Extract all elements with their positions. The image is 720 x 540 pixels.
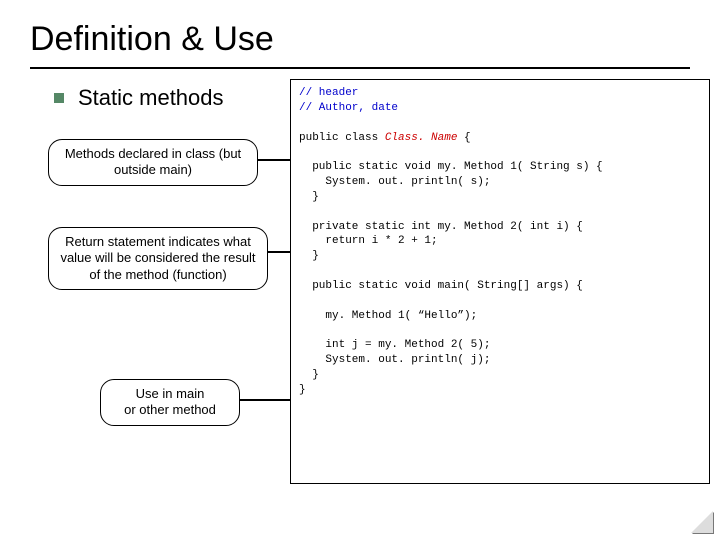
bullet-icon [54, 93, 64, 103]
code-line: System. out. println( j); [299, 354, 490, 366]
code-line: } [299, 384, 306, 396]
bullet-label: Static methods [78, 85, 224, 111]
title-underline [30, 67, 690, 69]
content-area: Static methods Methods declared in class… [30, 79, 690, 519]
code-line: int j = my. Method 2( 5); [299, 339, 490, 351]
code-line: private static int my. Method 2( int i) … [299, 221, 583, 233]
code-line: public static void main( String[] args) … [299, 280, 583, 292]
code-line: public static void my. Method 1( String … [299, 161, 603, 173]
page-corner-icon [692, 512, 714, 534]
code-box: // header // Author, date public class C… [290, 79, 710, 484]
bullet-item: Static methods [54, 85, 224, 111]
callout-return-statement: Return statement indicates what value wi… [48, 227, 268, 290]
code-line: System. out. println( s); [299, 176, 490, 188]
callout-methods-declared: Methods declared in class (but outside m… [48, 139, 258, 186]
code-comment: // Author, date [299, 102, 398, 114]
callout-use-in-main: Use in main or other method [100, 379, 240, 426]
page-title: Definition & Use [30, 20, 690, 59]
code-line: } [299, 250, 319, 262]
code-line: public class Class. Name { [299, 132, 471, 144]
code-line: return i * 2 + 1; [299, 235, 438, 247]
code-line: } [299, 191, 319, 203]
code-line: my. Method 1( “Hello”); [299, 310, 477, 322]
code-comment: // header [299, 87, 358, 99]
code-line: } [299, 369, 319, 381]
